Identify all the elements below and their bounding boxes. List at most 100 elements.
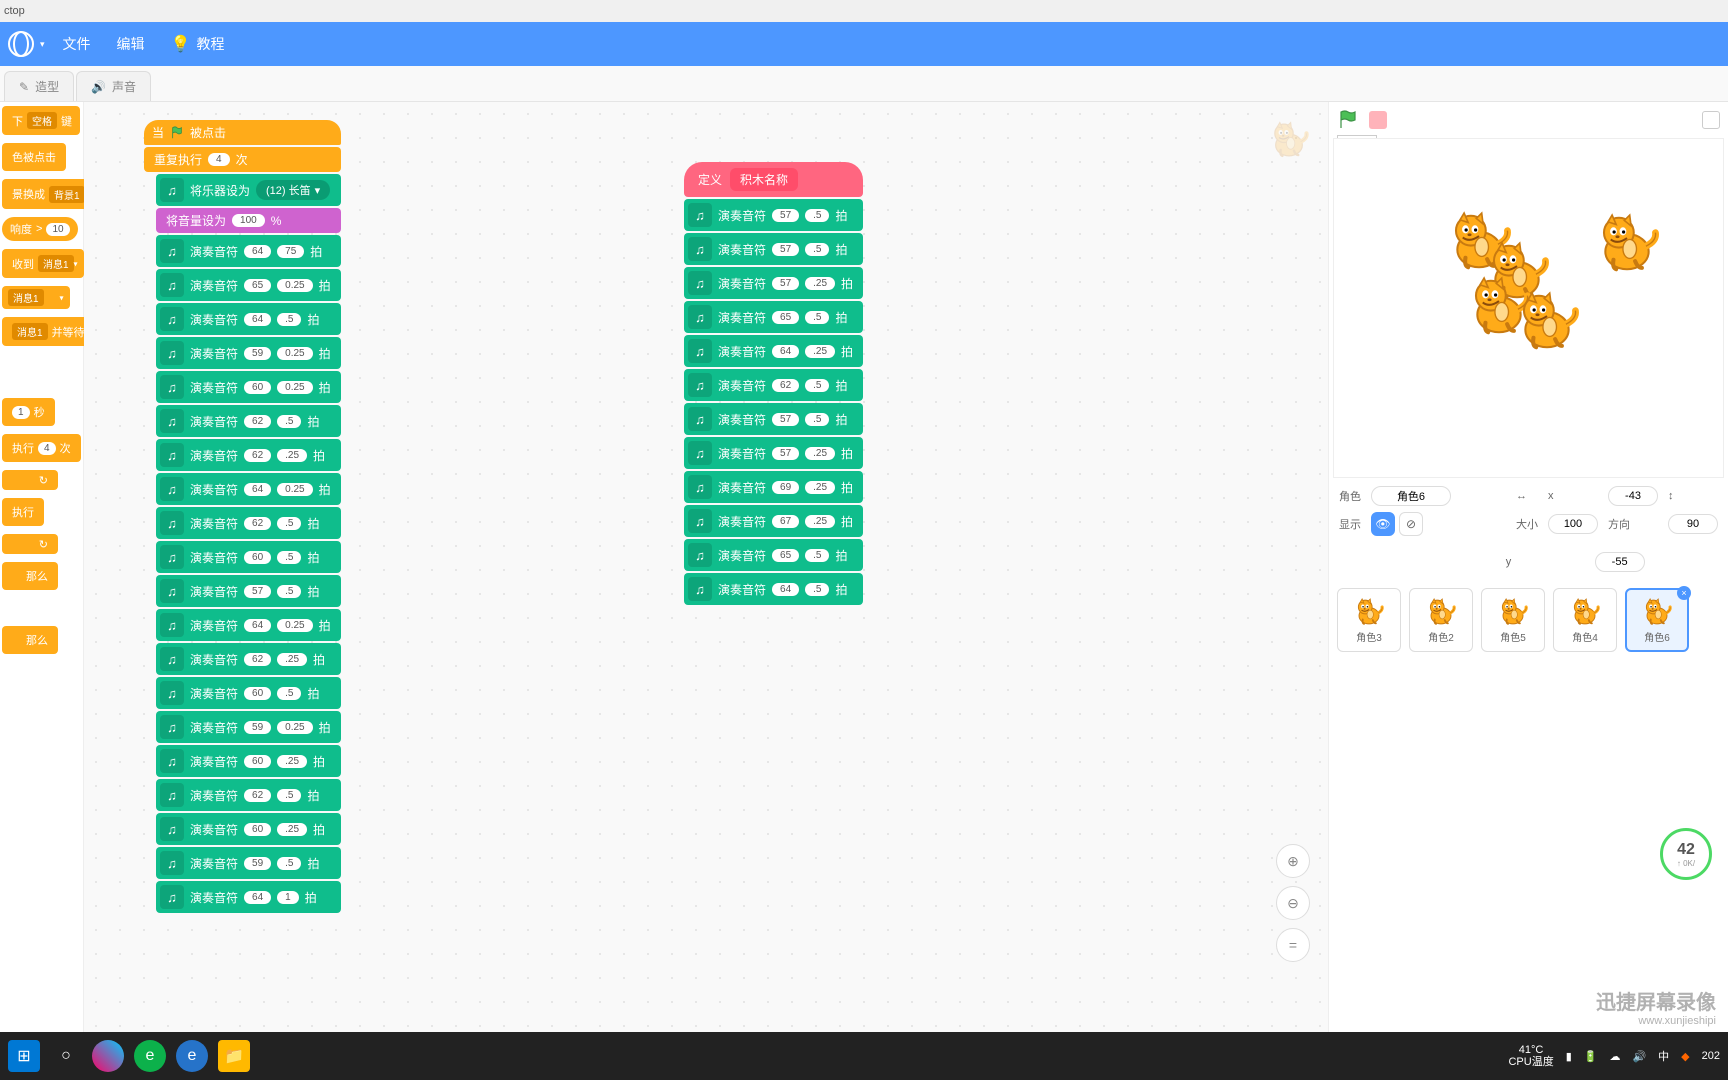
block-if-else[interactable]: 那么	[2, 626, 58, 654]
cortana-icon[interactable]	[92, 1040, 124, 1072]
tray-icon[interactable]: ☁	[1609, 1050, 1620, 1063]
stage-sprite[interactable]	[1512, 289, 1582, 354]
block-play-note[interactable]: ♫ 演奏音符 62 .5 拍	[156, 779, 341, 811]
block-receive[interactable]: 收到 消息1 ▾	[2, 249, 84, 278]
block-if[interactable]: 那么	[2, 562, 58, 590]
block-set-volume[interactable]: 将音量设为 100 %	[156, 208, 341, 233]
block-repeat-arm[interactable]: ↻	[2, 470, 58, 490]
cpu-widget[interactable]: 42 ↑ 0K/	[1660, 828, 1712, 880]
sprite-item[interactable]: 角色2	[1409, 588, 1473, 652]
hide-button[interactable]: ⊘	[1399, 512, 1423, 536]
block-forever[interactable]: 执行	[2, 498, 44, 526]
edge-icon[interactable]: e	[134, 1040, 166, 1072]
define-block[interactable]: 定义 积木名称	[684, 162, 863, 197]
block-switch-backdrop[interactable]: 景换成 背景1 ▾	[2, 179, 95, 209]
sprite-item[interactable]: 角色3	[1337, 588, 1401, 652]
block-play-note[interactable]: ♫ 演奏音符 60 0.25 拍	[156, 371, 341, 403]
block-play-note[interactable]: ♫ 演奏音符 64 .5 拍	[684, 573, 863, 605]
block-play-note[interactable]: ♫ 演奏音符 64 .25 拍	[684, 335, 863, 367]
script-b[interactable]: 定义 积木名称 ♫ 演奏音符 57 .5 拍♫ 演奏音符 57 .5 拍♫ 演奏…	[684, 162, 863, 605]
green-flag-button[interactable]: 运行	[1337, 109, 1359, 131]
ime-icon[interactable]: 中	[1658, 1048, 1669, 1064]
block-play-note[interactable]: ♫ 演奏音符 57 .5 拍	[684, 233, 863, 265]
stop-button[interactable]	[1369, 111, 1387, 129]
block-play-note[interactable]: ♫ 演奏音符 62 .5 拍	[684, 369, 863, 401]
direction-input[interactable]	[1668, 514, 1718, 534]
block-play-note[interactable]: ♫ 演奏音符 64 1 拍	[156, 881, 341, 913]
y-input[interactable]	[1595, 552, 1645, 572]
block-wait[interactable]: 1 秒	[2, 398, 55, 426]
block-play-note[interactable]: ♫ 演奏音符 57 .25 拍	[684, 437, 863, 469]
tray-icon[interactable]: ◆	[1681, 1050, 1689, 1063]
block-play-note[interactable]: ♫ 演奏音符 59 0.25 拍	[156, 337, 341, 369]
block-play-note[interactable]: ♫ 演奏音符 65 .5 拍	[684, 301, 863, 333]
block-play-note[interactable]: ♫ 演奏音符 65 .5 拍	[684, 539, 863, 571]
block-forever-arm[interactable]: ↻	[2, 534, 58, 554]
block-play-note[interactable]: ♫ 演奏音符 59 .5 拍	[156, 847, 341, 879]
tray-icon[interactable]: ▮	[1566, 1050, 1572, 1063]
edge2-icon[interactable]: e	[176, 1040, 208, 1072]
block-repeat[interactable]: 执行 4 次	[2, 434, 81, 462]
block-play-note[interactable]: ♫ 演奏音符 67 .25 拍	[684, 505, 863, 537]
zoom-out-button[interactable]: ⊖	[1276, 886, 1310, 920]
stage-size-button[interactable]	[1702, 111, 1720, 129]
block-play-note[interactable]: ♫ 演奏音符 65 0.25 拍	[156, 269, 341, 301]
sprite-item[interactable]: 角色4	[1553, 588, 1617, 652]
globe-icon[interactable]	[8, 31, 34, 57]
menu-file[interactable]: 文件	[63, 34, 91, 54]
block-play-note[interactable]: ♫ 演奏音符 69 .25 拍	[684, 471, 863, 503]
clock[interactable]: 202	[1702, 1050, 1720, 1062]
search-icon[interactable]: ○	[50, 1040, 82, 1072]
block-set-instrument[interactable]: ♫ 将乐器设为 (12) 长笛 ▾	[156, 174, 341, 206]
zoom-reset-button[interactable]: =	[1276, 928, 1310, 962]
block-play-note[interactable]: ♫ 演奏音符 64 0.25 拍	[156, 609, 341, 641]
hat-flag-clicked[interactable]: 当 被点击	[144, 120, 341, 145]
sprite-item[interactable]: 角色5	[1481, 588, 1545, 652]
tray-icon[interactable]: 🔋	[1584, 1050, 1598, 1063]
block-play-note[interactable]: ♫ 演奏音符 62 .25 拍	[156, 643, 341, 675]
block-play-note[interactable]: ♫ 演奏音符 60 .5 拍	[156, 677, 341, 709]
zoom-in-button[interactable]: ⊕	[1276, 844, 1310, 878]
size-input[interactable]	[1548, 514, 1598, 534]
block-play-note[interactable]: ♫ 演奏音符 64 0.25 拍	[156, 473, 341, 505]
block-broadcast[interactable]: 消息1 ▾	[2, 286, 70, 309]
x-input[interactable]	[1608, 486, 1658, 506]
block-loudness[interactable]: 响度 > 10	[2, 217, 78, 241]
music-icon: ♫	[160, 715, 184, 739]
block-play-note[interactable]: ♫ 演奏音符 60 .25 拍	[156, 745, 341, 777]
block-play-note[interactable]: ♫ 演奏音符 62 .25 拍	[156, 439, 341, 471]
delete-sprite-button[interactable]: ×	[1677, 586, 1691, 600]
tab-sounds[interactable]: 🔊 声音	[76, 71, 151, 101]
block-play-note[interactable]: ♫ 演奏音符 62 .5 拍	[156, 507, 341, 539]
block-key-pressed[interactable]: 下 空格 键	[2, 106, 80, 135]
tab-costumes[interactable]: ✎ 造型	[4, 71, 74, 101]
show-button[interactable]: 👁	[1371, 512, 1395, 536]
block-play-note[interactable]: ♫ 演奏音符 57 .5 拍	[156, 575, 341, 607]
block-play-note[interactable]: ♫ 演奏音符 64 .5 拍	[156, 303, 341, 335]
tray-icon[interactable]: 🔊	[1632, 1050, 1646, 1063]
menu-edit[interactable]: 编辑	[117, 34, 145, 54]
start-button[interactable]: ⊞	[8, 1040, 40, 1072]
block-play-note[interactable]: ♫ 演奏音符 60 .25 拍	[156, 813, 341, 845]
block-repeat-outer[interactable]: 重复执行 4 次	[144, 147, 341, 172]
taskbar[interactable]: ⊞ ○ e e 📁 41°C CPU温度 ▮ 🔋 ☁ 🔊 中 ◆ 202	[0, 1032, 1728, 1080]
block-play-note[interactable]: ♫ 演奏音符 60 .5 拍	[156, 541, 341, 573]
block-play-note[interactable]: ♫ 演奏音符 57 .25 拍	[684, 267, 863, 299]
block-play-note[interactable]: ♫ 演奏音符 62 .5 拍	[156, 405, 341, 437]
block-sprite-clicked[interactable]: 色被点击	[2, 143, 66, 171]
block-play-note[interactable]: ♫ 演奏音符 57 .5 拍	[684, 403, 863, 435]
stage[interactable]	[1333, 138, 1724, 478]
temperature[interactable]: 41°C CPU温度	[1508, 1044, 1553, 1068]
block-broadcast-wait[interactable]: 消息1 并等待	[2, 317, 95, 346]
stage-sprite[interactable]	[1592, 211, 1662, 276]
explorer-icon[interactable]: 📁	[218, 1040, 250, 1072]
instrument-dropdown[interactable]: (12) 长笛 ▾	[256, 180, 330, 200]
script-a[interactable]: 当 被点击 重复执行 4 次 ♫ 将乐器设为 (12) 长笛 ▾ 将音量设为 1…	[144, 120, 341, 913]
block-play-note[interactable]: ♫ 演奏音符 64 75 拍	[156, 235, 341, 267]
block-play-note[interactable]: ♫ 演奏音符 59 0.25 拍	[156, 711, 341, 743]
menu-tutorials[interactable]: 教程	[196, 34, 224, 54]
sprite-item[interactable]: 角色6×	[1625, 588, 1689, 652]
block-play-note[interactable]: ♫ 演奏音符 57 .5 拍	[684, 199, 863, 231]
script-workspace[interactable]: 当 被点击 重复执行 4 次 ♫ 将乐器设为 (12) 长笛 ▾ 将音量设为 1…	[84, 102, 1328, 1032]
sprite-name-input[interactable]	[1371, 486, 1451, 506]
